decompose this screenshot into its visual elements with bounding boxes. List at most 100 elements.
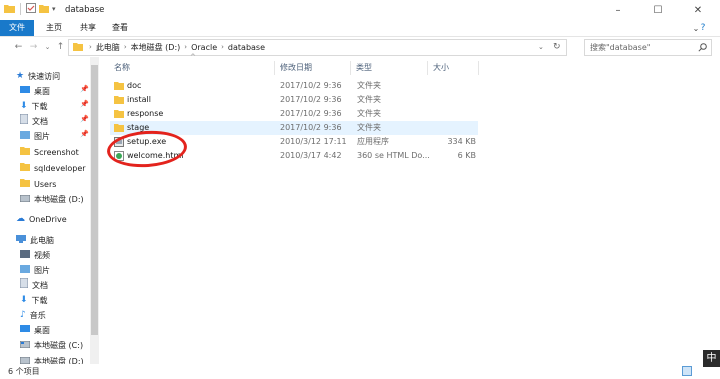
video-icon xyxy=(20,248,30,263)
pin-icon[interactable]: 📌 xyxy=(80,115,89,123)
desktop-icon xyxy=(20,84,30,99)
file-type: 文件夹 xyxy=(357,109,381,118)
breadcrumb-this-pc[interactable]: 此电脑 xyxy=(96,40,120,55)
up-arrow-icon[interactable]: ↑ xyxy=(54,40,67,53)
breadcrumb-drive-d[interactable]: 本地磁盘 (D:) xyxy=(131,40,181,55)
customize-chevron-icon[interactable]: ▾ xyxy=(52,5,56,13)
navigation-pane-scrollbar[interactable] xyxy=(90,57,99,364)
back-arrow-icon[interactable]: ← xyxy=(12,40,25,53)
minimize-button[interactable]: – xyxy=(598,0,638,20)
folder-icon xyxy=(20,177,30,192)
folder-icon xyxy=(4,4,15,15)
sidebar-item-sqldeveloper[interactable]: sqldeveloper xyxy=(20,161,86,176)
sidebar-item-documents[interactable]: 文档 xyxy=(19,113,48,129)
file-name: response xyxy=(127,109,164,118)
tab-share[interactable]: 共享 xyxy=(74,20,102,36)
file-date: 2010/3/17 4:42 xyxy=(280,151,342,160)
file-type: 文件夹 xyxy=(357,95,381,104)
refresh-icon[interactable]: ↻ xyxy=(553,40,561,55)
file-row-stage[interactable]: stage 2017/10/2 9:36 文件夹 xyxy=(110,121,478,135)
new-folder-icon[interactable] xyxy=(39,4,49,15)
document-icon xyxy=(19,113,29,129)
tab-view[interactable]: 查看 xyxy=(106,20,134,36)
address-dropdown-chevron-icon[interactable]: ⌄ xyxy=(538,40,544,55)
file-type: 应用程序 xyxy=(357,137,389,146)
sidebar-item-drive-c[interactable]: 本地磁盘 (C:) xyxy=(19,338,83,353)
picture-icon xyxy=(20,263,30,278)
breadcrumb-database[interactable]: database xyxy=(228,40,265,55)
breadcrumb: › 此电脑 › 本地磁盘 (D:) › Oracle › database xyxy=(89,40,265,55)
status-bar: 6 个项目 xyxy=(0,364,720,379)
sidebar-item-pc-documents[interactable]: 文档 xyxy=(19,277,48,293)
download-icon: ⬇ xyxy=(20,101,28,111)
sidebar-item-onedrive[interactable]: ☁ OneDrive xyxy=(16,212,67,227)
sidebar-item-pictures[interactable]: 图片 xyxy=(20,129,50,144)
sidebar-item-label: 桌面 xyxy=(34,87,50,96)
sidebar-item-label: 图片 xyxy=(34,266,50,275)
sidebar-item-label: 视频 xyxy=(34,251,50,260)
file-type: 文件夹 xyxy=(357,123,381,132)
file-row-install[interactable]: install 2017/10/2 9:36 文件夹 xyxy=(110,93,478,107)
column-divider[interactable] xyxy=(274,61,275,75)
search-input[interactable]: 搜索"database" xyxy=(584,39,712,56)
file-row-setup-exe[interactable]: setup.exe 2010/3/12 17:11 应用程序 334 KB xyxy=(110,135,478,149)
ime-indicator[interactable]: 中 xyxy=(703,350,720,367)
sidebar-item-quick-access[interactable]: ★ 快速访问 xyxy=(16,69,60,84)
sidebar-item-desktop[interactable]: 桌面 xyxy=(20,84,50,99)
file-row-welcome-html[interactable]: welcome.html 2010/3/17 4:42 360 se HTML … xyxy=(110,149,478,163)
recent-locations-chevron-icon[interactable]: ⌄ xyxy=(41,40,54,53)
maximize-button[interactable]: ☐ xyxy=(638,0,678,20)
address-bar[interactable]: › 此电脑 › 本地磁盘 (D:) › Oracle › database ⌄ … xyxy=(68,39,567,56)
navigation-bar: ← → ⌄ ↑ › 此电脑 › 本地磁盘 (D:) › Oracle › dat… xyxy=(0,37,720,56)
column-divider[interactable] xyxy=(427,61,428,75)
sidebar-item-pc-downloads[interactable]: ⬇ 下载 xyxy=(20,293,48,308)
item-count: 6 个项目 xyxy=(8,367,40,376)
file-date: 2010/3/12 17:11 xyxy=(280,137,347,146)
sidebar-item-this-pc[interactable]: 此电脑 xyxy=(16,233,54,248)
pin-icon[interactable]: 📌 xyxy=(80,100,89,108)
scrollbar-thumb[interactable] xyxy=(91,65,98,335)
details-view-icon[interactable] xyxy=(682,366,692,378)
column-header-type[interactable]: 类型 xyxy=(356,60,372,76)
tab-file[interactable]: 文件 xyxy=(0,20,34,36)
pin-icon[interactable]: 📌 xyxy=(80,130,89,138)
sidebar-item-downloads[interactable]: ⬇ 下载 xyxy=(20,99,48,114)
divider xyxy=(20,3,21,15)
column-divider[interactable] xyxy=(478,61,479,75)
sidebar-item-pc-desktop[interactable]: 桌面 xyxy=(20,323,50,338)
close-button[interactable]: ✕ xyxy=(678,0,718,20)
file-row-response[interactable]: response 2017/10/2 9:36 文件夹 xyxy=(110,107,478,121)
folder-icon xyxy=(20,145,30,160)
sidebar-item-music[interactable]: ♪ 音乐 xyxy=(20,308,46,323)
sidebar-item-drive-d-quick[interactable]: 本地磁盘 (D:) xyxy=(19,192,84,207)
file-date: 2017/10/2 9:36 xyxy=(280,109,342,118)
pin-icon[interactable]: 📌 xyxy=(80,85,89,93)
breadcrumb-separator-icon: › xyxy=(221,43,224,51)
window-title: database xyxy=(65,5,105,15)
sidebar-item-videos[interactable]: 视频 xyxy=(20,248,50,263)
column-header-date[interactable]: 修改日期 xyxy=(280,60,312,76)
file-date: 2017/10/2 9:36 xyxy=(280,81,342,90)
search-icon[interactable] xyxy=(698,43,707,54)
document-icon xyxy=(19,277,29,293)
folder-icon xyxy=(20,161,30,176)
sidebar-item-users[interactable]: Users xyxy=(20,177,56,192)
sidebar-item-label: 快速访问 xyxy=(28,72,61,81)
title-bar: ▾ database – ☐ ✕ xyxy=(0,0,720,20)
breadcrumb-separator-icon: › xyxy=(89,43,92,51)
file-row-doc[interactable]: doc 2017/10/2 9:36 文件夹 xyxy=(110,79,478,93)
file-name: doc xyxy=(127,81,142,90)
column-header-name[interactable]: 名称 xyxy=(114,60,130,76)
sidebar-item-screenshot[interactable]: Screenshot xyxy=(20,145,79,160)
column-header-size[interactable]: 大小 xyxy=(433,60,449,76)
properties-icon[interactable] xyxy=(26,3,36,15)
sidebar-item-pc-pictures[interactable]: 图片 xyxy=(20,263,50,278)
file-name: welcome.html xyxy=(127,151,184,160)
sidebar-item-drive-d[interactable]: 本地磁盘 (D:) xyxy=(19,354,84,364)
sidebar-item-label: 文档 xyxy=(32,281,48,290)
file-name: setup.exe xyxy=(127,137,167,146)
forward-arrow-icon[interactable]: → xyxy=(27,40,40,53)
help-icon[interactable]: ? xyxy=(693,18,713,38)
tab-home[interactable]: 主页 xyxy=(40,20,68,36)
column-divider[interactable] xyxy=(350,61,351,75)
